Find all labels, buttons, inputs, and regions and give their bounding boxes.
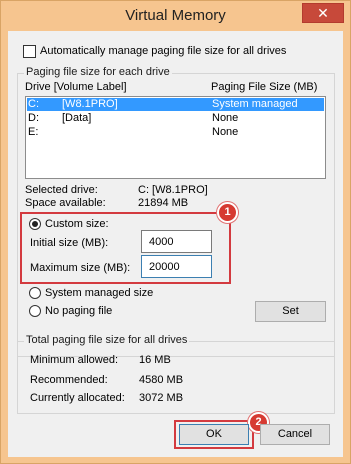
selected-drive-label: Selected drive: — [25, 184, 98, 196]
ok-button[interactable]: OK — [179, 424, 249, 445]
drive-letter: D: — [28, 112, 39, 124]
minimum-allowed-value: 16 MB — [139, 354, 171, 366]
size-column-header: Paging File Size (MB) — [211, 81, 318, 93]
drive-row-e[interactable]: E: None — [27, 126, 324, 139]
system-managed-label[interactable]: System managed size — [45, 287, 153, 299]
auto-manage-label[interactable]: Automatically manage paging file size fo… — [40, 45, 286, 57]
currently-allocated-value: 3072 MB — [139, 392, 184, 404]
no-paging-file-label[interactable]: No paging file — [45, 305, 112, 317]
drive-volume-label: [W8.1PRO] — [62, 98, 118, 110]
dialog-content: Automatically manage paging file size fo… — [8, 31, 343, 457]
system-managed-radio[interactable] — [29, 287, 41, 299]
recommended-value: 4580 MB — [139, 374, 184, 386]
drive-list[interactable]: C: [W8.1PRO] System managed D: [Data] No… — [25, 96, 326, 179]
space-available-value: 21894 MB — [138, 197, 189, 209]
initial-size-input[interactable]: 4000 — [141, 230, 212, 253]
maximum-size-input[interactable]: 20000 — [141, 255, 212, 278]
selected-drive-value: C: [W8.1PRO] — [138, 184, 208, 196]
total-group-title: Total paging file size for all drives — [24, 334, 190, 346]
initial-size-label: Initial size (MB): — [30, 237, 109, 249]
drive-paging-size: System managed — [212, 98, 298, 110]
drive-column-header: Drive [Volume Label] — [25, 81, 127, 93]
radio-selected-dot — [32, 221, 38, 227]
set-button[interactable]: Set — [255, 301, 326, 322]
close-button[interactable]: ✕ — [302, 3, 344, 23]
no-paging-file-radio[interactable] — [29, 305, 41, 317]
step-marker-1: 1 — [217, 202, 238, 223]
window-title: Virtual Memory — [125, 7, 226, 24]
space-available-label: Space available: — [25, 197, 106, 209]
currently-allocated-label: Currently allocated: — [30, 392, 125, 404]
title-bar: Virtual Memory ✕ — [1, 1, 350, 31]
auto-manage-checkbox[interactable] — [23, 45, 36, 58]
minimum-allowed-label: Minimum allowed: — [30, 354, 119, 366]
drive-volume-label: [Data] — [62, 112, 92, 124]
virtual-memory-dialog: Virtual Memory ✕ Automatically manage pa… — [0, 0, 351, 464]
drive-row-d[interactable]: D: [Data] None — [27, 112, 324, 125]
custom-size-label[interactable]: Custom size: — [45, 218, 109, 230]
drive-paging-size: None — [212, 112, 239, 124]
drive-letter: E: — [28, 126, 39, 138]
maximum-size-label: Maximum size (MB): — [30, 262, 131, 274]
custom-size-radio[interactable] — [29, 218, 41, 230]
drive-paging-size: None — [212, 126, 239, 138]
drive-group-title: Paging file size for each drive — [24, 66, 172, 78]
drive-letter: C: — [28, 98, 39, 110]
recommended-label: Recommended: — [30, 374, 108, 386]
drive-row-c[interactable]: C: [W8.1PRO] System managed — [27, 98, 324, 111]
cancel-button[interactable]: Cancel — [260, 424, 330, 445]
